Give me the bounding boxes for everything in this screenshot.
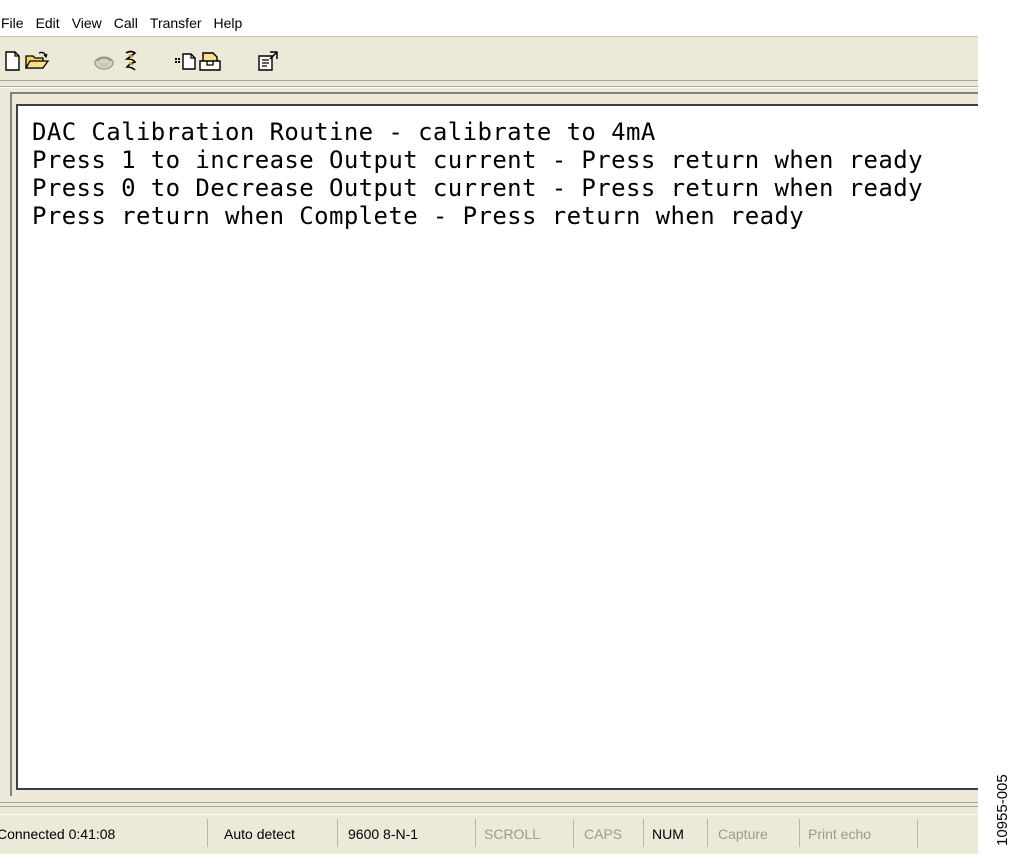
status-connection: Connected 0:41:08 [0,819,208,847]
open-folder-icon [24,51,50,69]
figure-id-label: 10955-005 [994,774,1011,846]
status-print-echo: Print echo [802,819,918,847]
menu-bar: File Edit View Call Transfer Help [0,10,978,37]
receive-button[interactable] [198,50,221,72]
terminal-line-4: Press return when Complete - Press retur… [32,202,805,230]
hyperterminal-window: File Edit View Call Transfer Help DAC Ca… [0,10,978,854]
send-button[interactable] [174,50,196,72]
menu-file[interactable]: File [0,10,31,36]
status-separator-2 [0,806,978,807]
status-bar: Connected 0:41:08 Auto detect 9600 8-N-1… [0,814,978,851]
terminal-line-2: Press 1 to increase Output current - Pre… [32,146,923,174]
open-button[interactable] [24,50,50,72]
new-document-icon [5,51,20,71]
phone-call-icon [94,56,114,70]
menu-view[interactable]: View [67,10,109,36]
send-file-icon [175,53,196,70]
menu-call[interactable]: Call [109,10,145,36]
terminal-line-3: Press 0 to Decrease Output current - Pre… [32,174,923,202]
status-port-settings: 9600 8-N-1 [342,819,476,847]
properties-button[interactable] [256,50,278,72]
toolbar-separator-highlight [0,87,978,88]
status-num: NUM [646,819,708,847]
disconnect-button[interactable] [120,50,142,72]
terminal-line-1: DAC Calibration Routine - calibrate to 4… [32,118,656,146]
new-document-button[interactable] [2,50,24,72]
menu-help[interactable]: Help [209,10,250,36]
status-scroll: SCROLL [478,819,574,847]
status-caps: CAPS [578,819,644,847]
toolbar [0,38,978,81]
terminal-screen[interactable]: DAC Calibration Routine - calibrate to 4… [16,104,978,790]
call-button[interactable] [92,50,114,72]
receive-file-icon [199,52,221,71]
disconnect-icon [124,50,137,71]
menu-edit[interactable]: Edit [31,10,67,36]
status-capture: Capture [712,819,800,847]
status-detect: Auto detect [218,819,338,847]
status-separator [0,802,978,803]
menu-transfer[interactable]: Transfer [145,10,209,36]
properties-icon [258,51,278,71]
